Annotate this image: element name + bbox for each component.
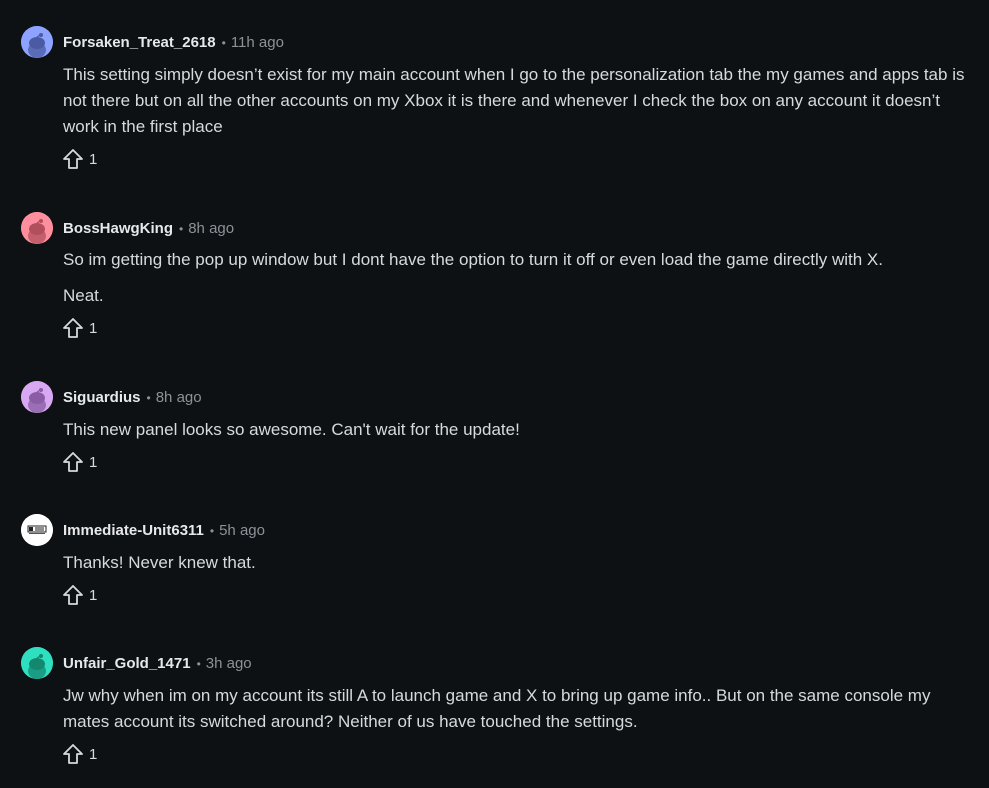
user-avatar[interactable] xyxy=(21,647,53,679)
comment-author[interactable]: BossHawgKing xyxy=(63,220,173,237)
vote-bar: 1 xyxy=(62,450,122,474)
comment-text: This setting simply doesn’t exist for my… xyxy=(63,65,965,136)
meta-separator: • xyxy=(179,222,184,236)
vote-count: 1 xyxy=(89,150,98,168)
comment-time[interactable]: 8h ago xyxy=(156,389,202,406)
comment-author[interactable]: Forsaken_Treat_2618 xyxy=(63,34,216,51)
comment-time[interactable]: 8h ago xyxy=(188,220,234,237)
user-avatar[interactable] xyxy=(21,212,53,244)
vote-count: 1 xyxy=(89,745,98,763)
comment-body: So im getting the pop up window but I do… xyxy=(63,247,973,309)
vote-bar: 1 xyxy=(62,583,122,607)
upvote-arrow-icon[interactable] xyxy=(62,743,84,765)
snoo-avatar-icon xyxy=(21,647,53,679)
meta-separator: • xyxy=(196,657,201,671)
vote-count: 1 xyxy=(89,586,98,604)
vote-count: 1 xyxy=(89,319,98,337)
user-avatar[interactable] xyxy=(21,514,53,546)
meta-separator: • xyxy=(221,36,226,50)
vote-count: 1 xyxy=(89,453,98,471)
comment-author[interactable]: Unfair_Gold_1471 xyxy=(63,655,191,672)
comment-time[interactable]: 3h ago xyxy=(206,655,252,672)
comment-meta: Siguardius • 8h ago xyxy=(63,389,202,407)
upvote-arrow-icon[interactable] xyxy=(62,148,84,170)
comment-body: Jw why when im on my account its still A… xyxy=(63,683,973,735)
user-avatar[interactable] xyxy=(21,381,53,413)
meta-separator: • xyxy=(209,524,215,538)
comment-text: Jw why when im on my account its still A… xyxy=(63,686,931,731)
upvote-arrow-icon[interactable] xyxy=(62,584,84,606)
snoo-avatar-icon xyxy=(21,212,53,244)
comment-body: This setting simply doesn’t exist for my… xyxy=(63,62,973,140)
comment-time[interactable]: 5h ago xyxy=(219,522,265,539)
user-avatar[interactable] xyxy=(21,26,53,58)
custom-avatar-icon xyxy=(21,514,53,546)
comment-body: This new panel looks so awesome. Can't w… xyxy=(63,417,973,443)
comment-text: So im getting the pop up window but I do… xyxy=(63,250,883,269)
comment-text: Neat. xyxy=(63,286,104,305)
comment-body: Thanks! Never knew that. xyxy=(63,550,973,576)
comment-text: Thanks! Never knew that. xyxy=(63,553,256,572)
comment-meta: BossHawgKing • 8h ago xyxy=(63,220,234,238)
snoo-avatar-icon xyxy=(21,26,53,58)
comment-author[interactable]: Immediate-Unit6311 xyxy=(63,522,204,539)
vote-bar: 1 xyxy=(62,316,122,340)
comment-meta: Immediate-Unit6311 • 5h ago xyxy=(63,522,265,540)
comment-author[interactable]: Siguardius xyxy=(63,389,141,406)
upvote-arrow-icon[interactable] xyxy=(62,451,84,473)
vote-bar: 1 xyxy=(62,742,122,766)
comment-meta: Forsaken_Treat_2618 • 11h ago xyxy=(63,34,284,52)
comment-meta: Unfair_Gold_1471 • 3h ago xyxy=(63,655,252,673)
vote-bar: 1 xyxy=(62,147,122,171)
upvote-arrow-icon[interactable] xyxy=(62,317,84,339)
snoo-avatar-icon xyxy=(21,381,53,413)
comment-text: This new panel looks so awesome. Can't w… xyxy=(63,420,520,439)
meta-separator: • xyxy=(146,391,151,405)
comment-time[interactable]: 11h ago xyxy=(231,34,284,51)
